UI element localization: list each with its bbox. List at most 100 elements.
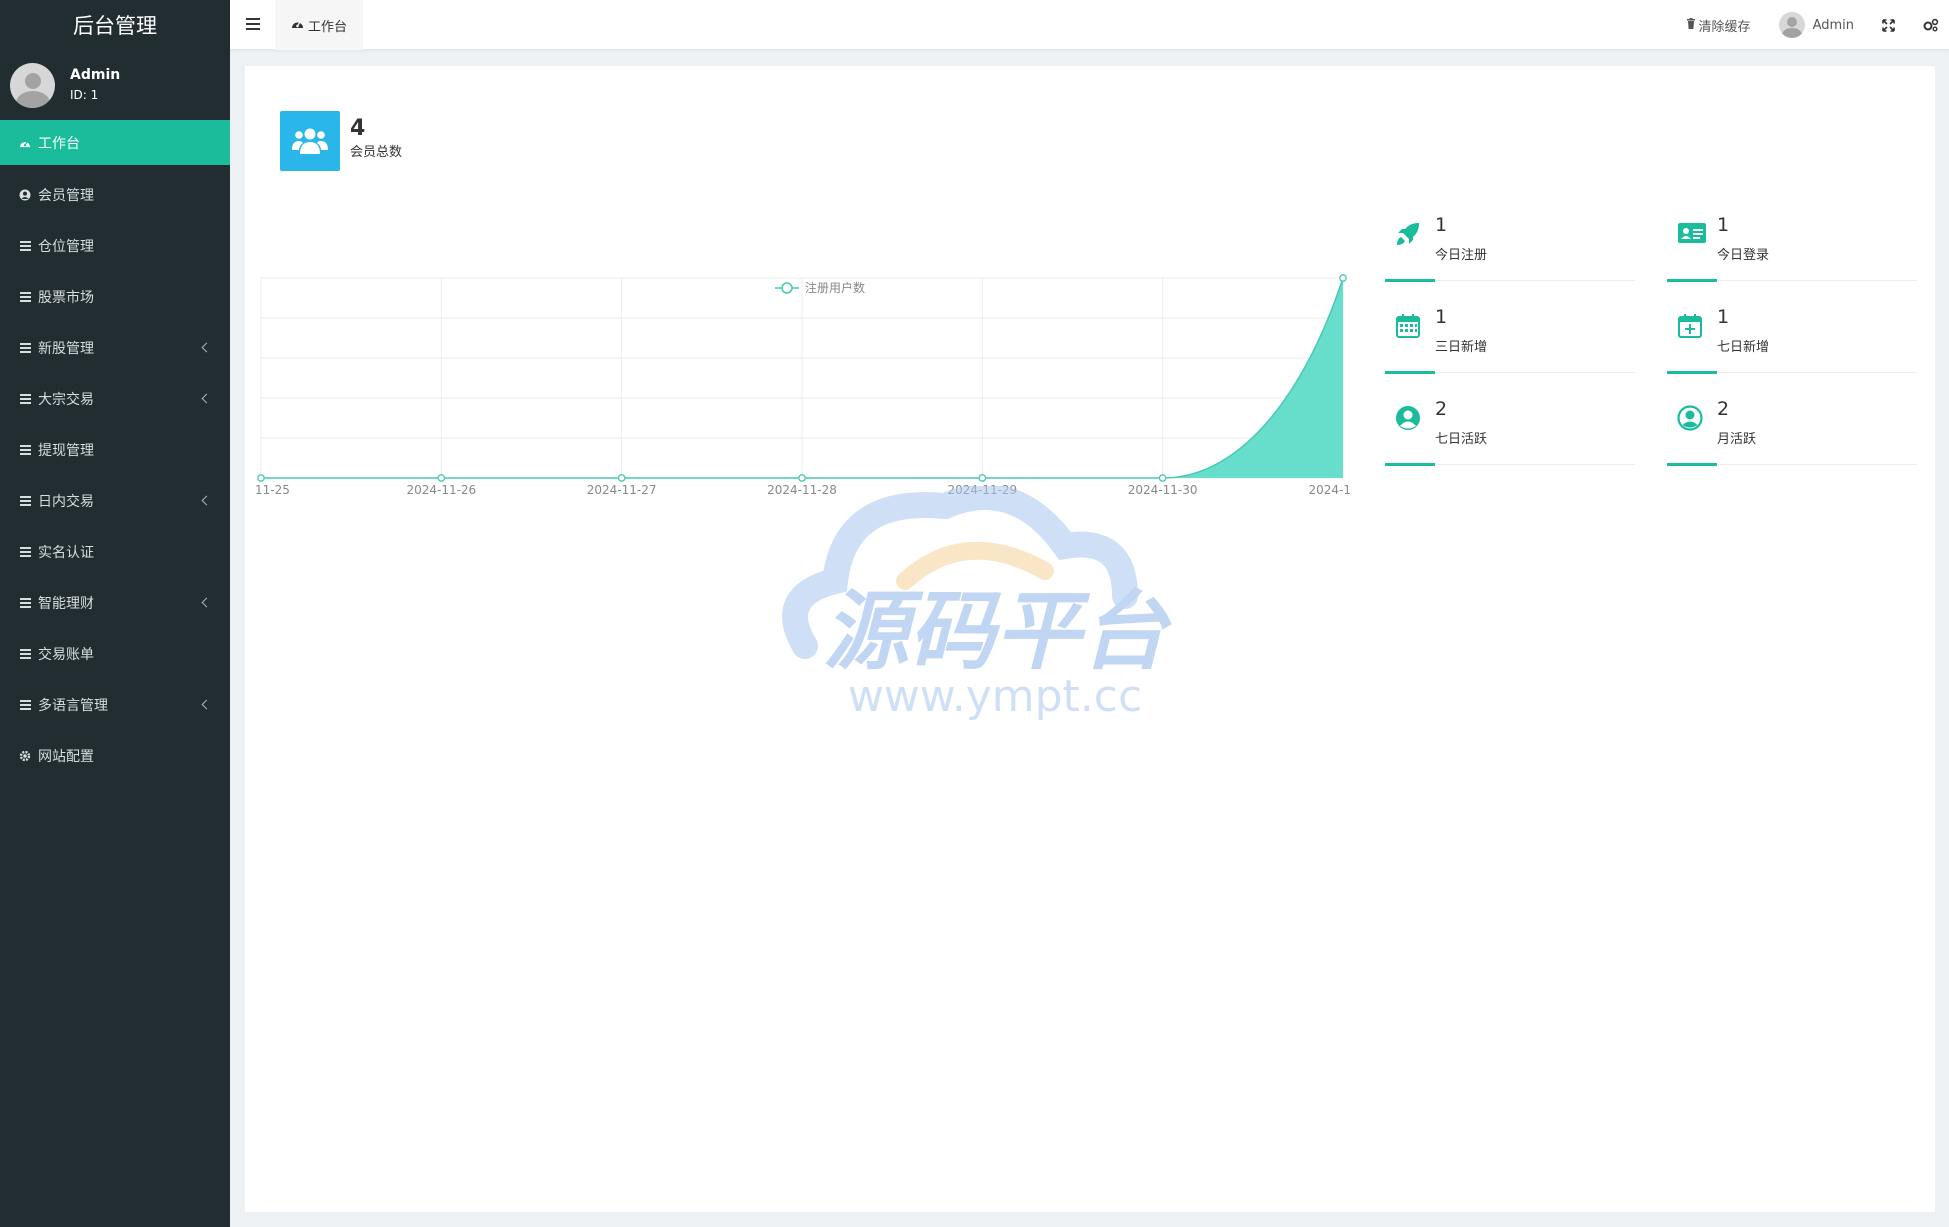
- user-menu[interactable]: Admin: [1778, 12, 1854, 38]
- user-menu-label: Admin: [1812, 17, 1854, 33]
- sidebar-item-label: 智能理财: [38, 595, 94, 612]
- legend-marker: [781, 282, 793, 294]
- data-point: [1339, 274, 1347, 282]
- registration-chart: 11-25 2024-11-26 2024-11-27 2024-11-28 2024-…: [255, 274, 1351, 497]
- sidebar-item-1[interactable]: 会员管理: [0, 169, 230, 220]
- calendar-plus-icon: [1677, 313, 1707, 343]
- stat-value: 1: [1435, 214, 1448, 236]
- fullscreen-icon[interactable]: [1882, 18, 1895, 32]
- rocket-icon: [1395, 221, 1425, 251]
- chevron-left-icon: [201, 597, 212, 607]
- sidebar-item-4[interactable]: 新股管理: [0, 322, 230, 373]
- sidebar-item-label: 多语言管理: [38, 697, 108, 714]
- user-panel: Admin ID: 1: [0, 50, 230, 120]
- sidebar-item-label: 日内交易: [38, 493, 94, 510]
- watermark-logo: 源码平台 www.ympt.cc: [782, 486, 1172, 722]
- x-tick-label: 2024-11-29: [947, 483, 1017, 497]
- x-tick-label: 11-25: [255, 483, 290, 497]
- sidebar-item-2[interactable]: 仓位管理: [0, 220, 230, 271]
- legend-label: 注册用户数: [805, 280, 865, 295]
- sidebar-item-6[interactable]: 提现管理: [0, 424, 230, 475]
- user-name: Admin: [70, 67, 121, 83]
- list-icon: [18, 494, 32, 508]
- tab-dashboard[interactable]: 工作台: [275, 0, 364, 50]
- sidebar-item-8[interactable]: 实名认证: [0, 526, 230, 577]
- x-tick-label: 2024-11-30: [1128, 483, 1198, 497]
- stat-label: 今日注册: [1435, 248, 1488, 263]
- sidebar-item-label: 会员管理: [38, 187, 94, 204]
- total-members-value: 4: [350, 116, 366, 141]
- stat-value: 1: [1717, 214, 1730, 236]
- x-tick-label: 2024-11-27: [587, 483, 657, 497]
- clear-cache-label: 清除缓存: [1698, 19, 1751, 35]
- list-icon: [18, 392, 32, 406]
- sidebar-item-label: 股票市场: [38, 289, 94, 306]
- data-point: [257, 474, 265, 482]
- stat-accent-bar: [1385, 371, 1435, 374]
- app-brand[interactable]: 后台管理: [0, 0, 230, 50]
- list-icon: [18, 698, 32, 712]
- list-icon: [18, 341, 32, 355]
- list-icon: [18, 596, 32, 610]
- sidebar-item-10[interactable]: 交易账单: [0, 628, 230, 679]
- gear-icon: [18, 750, 32, 762]
- stat-card: 2 月活跃: [1667, 395, 1917, 466]
- sidebar-item-label: 提现管理: [38, 442, 94, 459]
- sidebar-item-label: 网站配置: [38, 748, 94, 765]
- sidebar-item-5[interactable]: 大宗交易: [0, 373, 230, 424]
- sidebar-item-12[interactable]: 网站配置: [0, 730, 230, 781]
- top-navbar: 工作台 清除缓存 Admin: [230, 0, 1949, 50]
- stat-card: 2 七日活跃: [1385, 395, 1635, 466]
- list-icon: [18, 239, 32, 253]
- list-icon: [18, 647, 32, 661]
- id-card-icon: [1677, 221, 1707, 251]
- users-icon: [280, 111, 340, 171]
- data-point: [617, 474, 626, 482]
- data-point: [437, 474, 446, 482]
- stat-accent-bar: [1385, 463, 1435, 466]
- user-circle-outline-icon: [1677, 405, 1707, 435]
- user-circle-icon: [18, 189, 32, 201]
- watermark-url: www.ympt.cc: [848, 671, 1142, 722]
- user-circle-icon: [1395, 405, 1425, 435]
- total-members-card: 4 会员总数: [280, 111, 402, 171]
- trash-icon: [1686, 17, 1696, 33]
- x-tick-label: 2024-11-28: [767, 483, 837, 497]
- stat-value: 1: [1435, 306, 1448, 328]
- sidebar-item-label: 工作台: [38, 135, 80, 152]
- chevron-left-icon: [201, 699, 212, 709]
- user-avatar: [10, 62, 55, 108]
- sidebar-item-label: 实名认证: [38, 544, 94, 561]
- sidebar: 后台管理 Admin ID: 1 工作台会员管理仓位管理股票市场新股管理大宗交易…: [0, 0, 230, 1227]
- dashboard-content: 4 会员总数 11-25 2024-11-26 2024-11-27 2024-11-…: [245, 66, 1935, 1212]
- data-point: [798, 474, 806, 482]
- sidebar-item-3[interactable]: 股票市场: [0, 271, 230, 322]
- stat-card: 1 今日登录: [1667, 211, 1917, 282]
- sidebar-item-9[interactable]: 智能理财: [0, 577, 230, 628]
- stat-card: 1 三日新增: [1385, 303, 1635, 374]
- sidebar-item-7[interactable]: 日内交易: [0, 475, 230, 526]
- data-point: [978, 474, 987, 482]
- stat-label: 七日活跃: [1435, 432, 1488, 447]
- sidebar-item-11[interactable]: 多语言管理: [0, 679, 230, 730]
- sidebar-item-label: 大宗交易: [38, 391, 94, 408]
- sidebar-item-0[interactable]: 工作台: [0, 120, 230, 165]
- x-tick-label: 2024-1: [1308, 483, 1351, 497]
- stat-value: 2: [1717, 398, 1730, 420]
- chevron-left-icon: [201, 495, 212, 505]
- sidebar-toggle-icon[interactable]: [246, 18, 260, 33]
- stat-card: 1 今日注册: [1385, 211, 1635, 282]
- watermark-title: 源码平台: [823, 582, 1172, 682]
- stat-accent-bar: [1385, 279, 1435, 282]
- stat-value: 2: [1435, 398, 1448, 420]
- user-id: ID: 1: [70, 88, 99, 102]
- stat-label: 三日新增: [1435, 340, 1488, 355]
- list-icon: [18, 545, 32, 559]
- list-icon: [18, 290, 32, 304]
- list-icon: [18, 443, 32, 457]
- stat-accent-bar: [1667, 279, 1717, 282]
- clear-cache-button[interactable]: 清除缓存: [1686, 16, 1751, 35]
- settings-gears-icon[interactable]: [1923, 18, 1939, 32]
- dashboard-icon: [291, 18, 304, 32]
- calendar-icon: [1395, 313, 1425, 343]
